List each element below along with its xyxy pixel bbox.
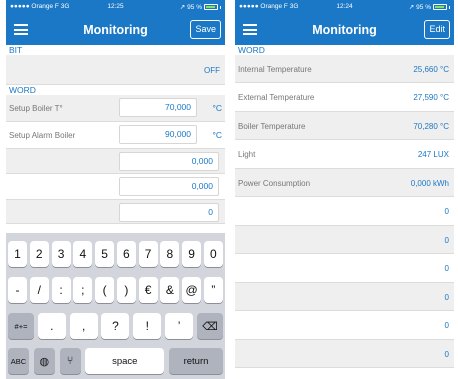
key[interactable]: .	[37, 313, 66, 339]
key[interactable]: 1	[8, 241, 27, 267]
left-screen: ●●●●● Orange F 3G 12:25 ↗ 95 % Monitorin…	[6, 0, 225, 379]
row-label: External Temperature	[238, 93, 315, 102]
section-header-word: WORD	[6, 85, 225, 95]
key[interactable]: (	[95, 277, 115, 303]
list-item: Setup Boiler T° 70,000 °C	[6, 95, 225, 122]
section-header-word: WORD	[235, 45, 454, 55]
value-input[interactable]: 0	[119, 203, 219, 222]
unit-label: °C	[212, 130, 222, 140]
row-label: Boiler Temperature	[238, 122, 306, 131]
battery-percent: 95 %	[187, 3, 202, 11]
row-value: 0	[444, 321, 449, 330]
word-list: WORD Internal Temperature 25,660 °C Exte…	[235, 45, 454, 368]
key[interactable]: !	[133, 313, 162, 339]
key[interactable]: ’	[165, 313, 194, 339]
list-item[interactable]: 0	[235, 340, 454, 368]
battery-icon	[433, 4, 447, 10]
list-item: 0	[6, 200, 225, 224]
key[interactable]: @	[182, 277, 202, 303]
list-item[interactable]: 0	[235, 283, 454, 311]
section-header-bit: BIT	[6, 45, 225, 55]
row-value: 70,280 °C	[413, 122, 449, 131]
space-key[interactable]: space	[85, 348, 165, 374]
list-item[interactable]: Power Consumption 0,000 kWh	[235, 169, 454, 197]
keyboard-row-punct: #+= . , ? ! ’ ⌫	[8, 313, 223, 339]
microphone-icon[interactable]: ⑂	[59, 348, 81, 374]
value-input[interactable]: 70,000	[119, 98, 197, 117]
key[interactable]: ,	[69, 313, 98, 339]
battery-percent: 95 %	[416, 3, 431, 11]
key[interactable]: :	[51, 277, 71, 303]
list-item[interactable]: 0	[235, 197, 454, 226]
row-value: 27,590 °C	[413, 93, 449, 102]
row-value: 0	[444, 207, 449, 216]
nav-bar: Monitoring Save	[6, 14, 225, 45]
list-item[interactable]: 0	[235, 226, 454, 254]
key[interactable]: 3	[51, 241, 71, 267]
key[interactable]: 6	[116, 241, 136, 267]
row-value: 25,660 °C	[413, 65, 449, 74]
location-arrow-icon: ↗	[408, 4, 415, 11]
key[interactable]: 4	[73, 241, 93, 267]
row-label: Internal Temperature	[238, 65, 312, 74]
row-label: Setup Boiler T°	[9, 104, 63, 113]
list-item: Setup Alarm Boiler 90,000 °C	[6, 122, 225, 149]
list-item[interactable]: Internal Temperature 25,660 °C	[235, 55, 454, 83]
keyboard: 1 2 3 4 5 6 7 8 9 0 - / : ; ( ) € & @ ” …	[6, 233, 225, 379]
location-arrow-icon: ↗	[179, 4, 186, 11]
globe-icon[interactable]: ◍	[33, 348, 55, 374]
right-screen: ●●●●● Orange F 3G 12:24 ↗ 95 % Monitorin…	[235, 0, 454, 379]
list-item: 0,000	[6, 174, 225, 200]
key[interactable]: €	[138, 277, 158, 303]
row-value: 0	[444, 236, 449, 245]
key[interactable]: ”	[203, 277, 223, 303]
nav-bar: Monitoring Edit	[235, 14, 454, 45]
list-item[interactable]: Boiler Temperature 70,280 °C	[235, 112, 454, 140]
key[interactable]: 2	[29, 241, 49, 267]
key[interactable]: ?	[101, 313, 130, 339]
key[interactable]: 0	[203, 241, 223, 267]
backspace-icon[interactable]: ⌫	[196, 313, 223, 339]
key[interactable]: 9	[182, 241, 202, 267]
status-bar: ●●●●● Orange F 3G 12:25 ↗ 95 %	[6, 0, 225, 14]
row-value: 0,000 kWh	[410, 179, 449, 188]
key[interactable]: /	[29, 277, 49, 303]
row-value: 0	[444, 264, 449, 273]
list-item[interactable]: 0	[235, 254, 454, 283]
key[interactable]: ;	[73, 277, 93, 303]
battery-icon	[204, 4, 218, 10]
symbols-mode-key[interactable]: #+=	[8, 313, 34, 339]
key[interactable]: )	[116, 277, 136, 303]
row-value: 0	[444, 350, 449, 359]
keyboard-row-digits: 1 2 3 4 5 6 7 8 9 0	[8, 241, 223, 267]
list-item[interactable]: External Temperature 27,590 °C	[235, 83, 454, 112]
list-item[interactable]: Light 247 LUX	[235, 140, 454, 169]
bit-row[interactable]: OFF	[6, 55, 225, 85]
value-input[interactable]: 0,000	[119, 152, 219, 171]
keyboard-row-bottom: ABC ◍ ⑂ space return	[8, 348, 223, 374]
key[interactable]: -	[8, 277, 27, 303]
edit-button[interactable]: Edit	[424, 20, 450, 39]
key[interactable]: 8	[160, 241, 180, 267]
unit-label: °C	[212, 103, 222, 113]
value-input[interactable]: 0,000	[119, 177, 219, 196]
page-title: Monitoring	[312, 23, 377, 37]
list-item: 0,000	[6, 149, 225, 174]
key[interactable]: 5	[95, 241, 115, 267]
list-item[interactable]: 0	[235, 311, 454, 340]
row-value: 247 LUX	[417, 150, 449, 159]
row-label: Light	[238, 150, 256, 159]
save-button[interactable]: Save	[190, 20, 221, 39]
keyboard-row-symbols: - / : ; ( ) € & @ ”	[8, 277, 223, 303]
abc-key[interactable]: ABC	[8, 348, 29, 374]
bit-value: OFF	[204, 66, 220, 75]
status-bar: ●●●●● Orange F 3G 12:24 ↗ 95 %	[235, 0, 454, 14]
row-value: 0	[444, 293, 449, 302]
return-key[interactable]: return	[169, 348, 223, 374]
row-label: Setup Alarm Boiler	[9, 131, 76, 140]
value-input[interactable]: 90,000	[119, 125, 197, 144]
key[interactable]: &	[160, 277, 180, 303]
key[interactable]: 7	[138, 241, 158, 267]
row-label: Power Consumption	[238, 179, 311, 188]
